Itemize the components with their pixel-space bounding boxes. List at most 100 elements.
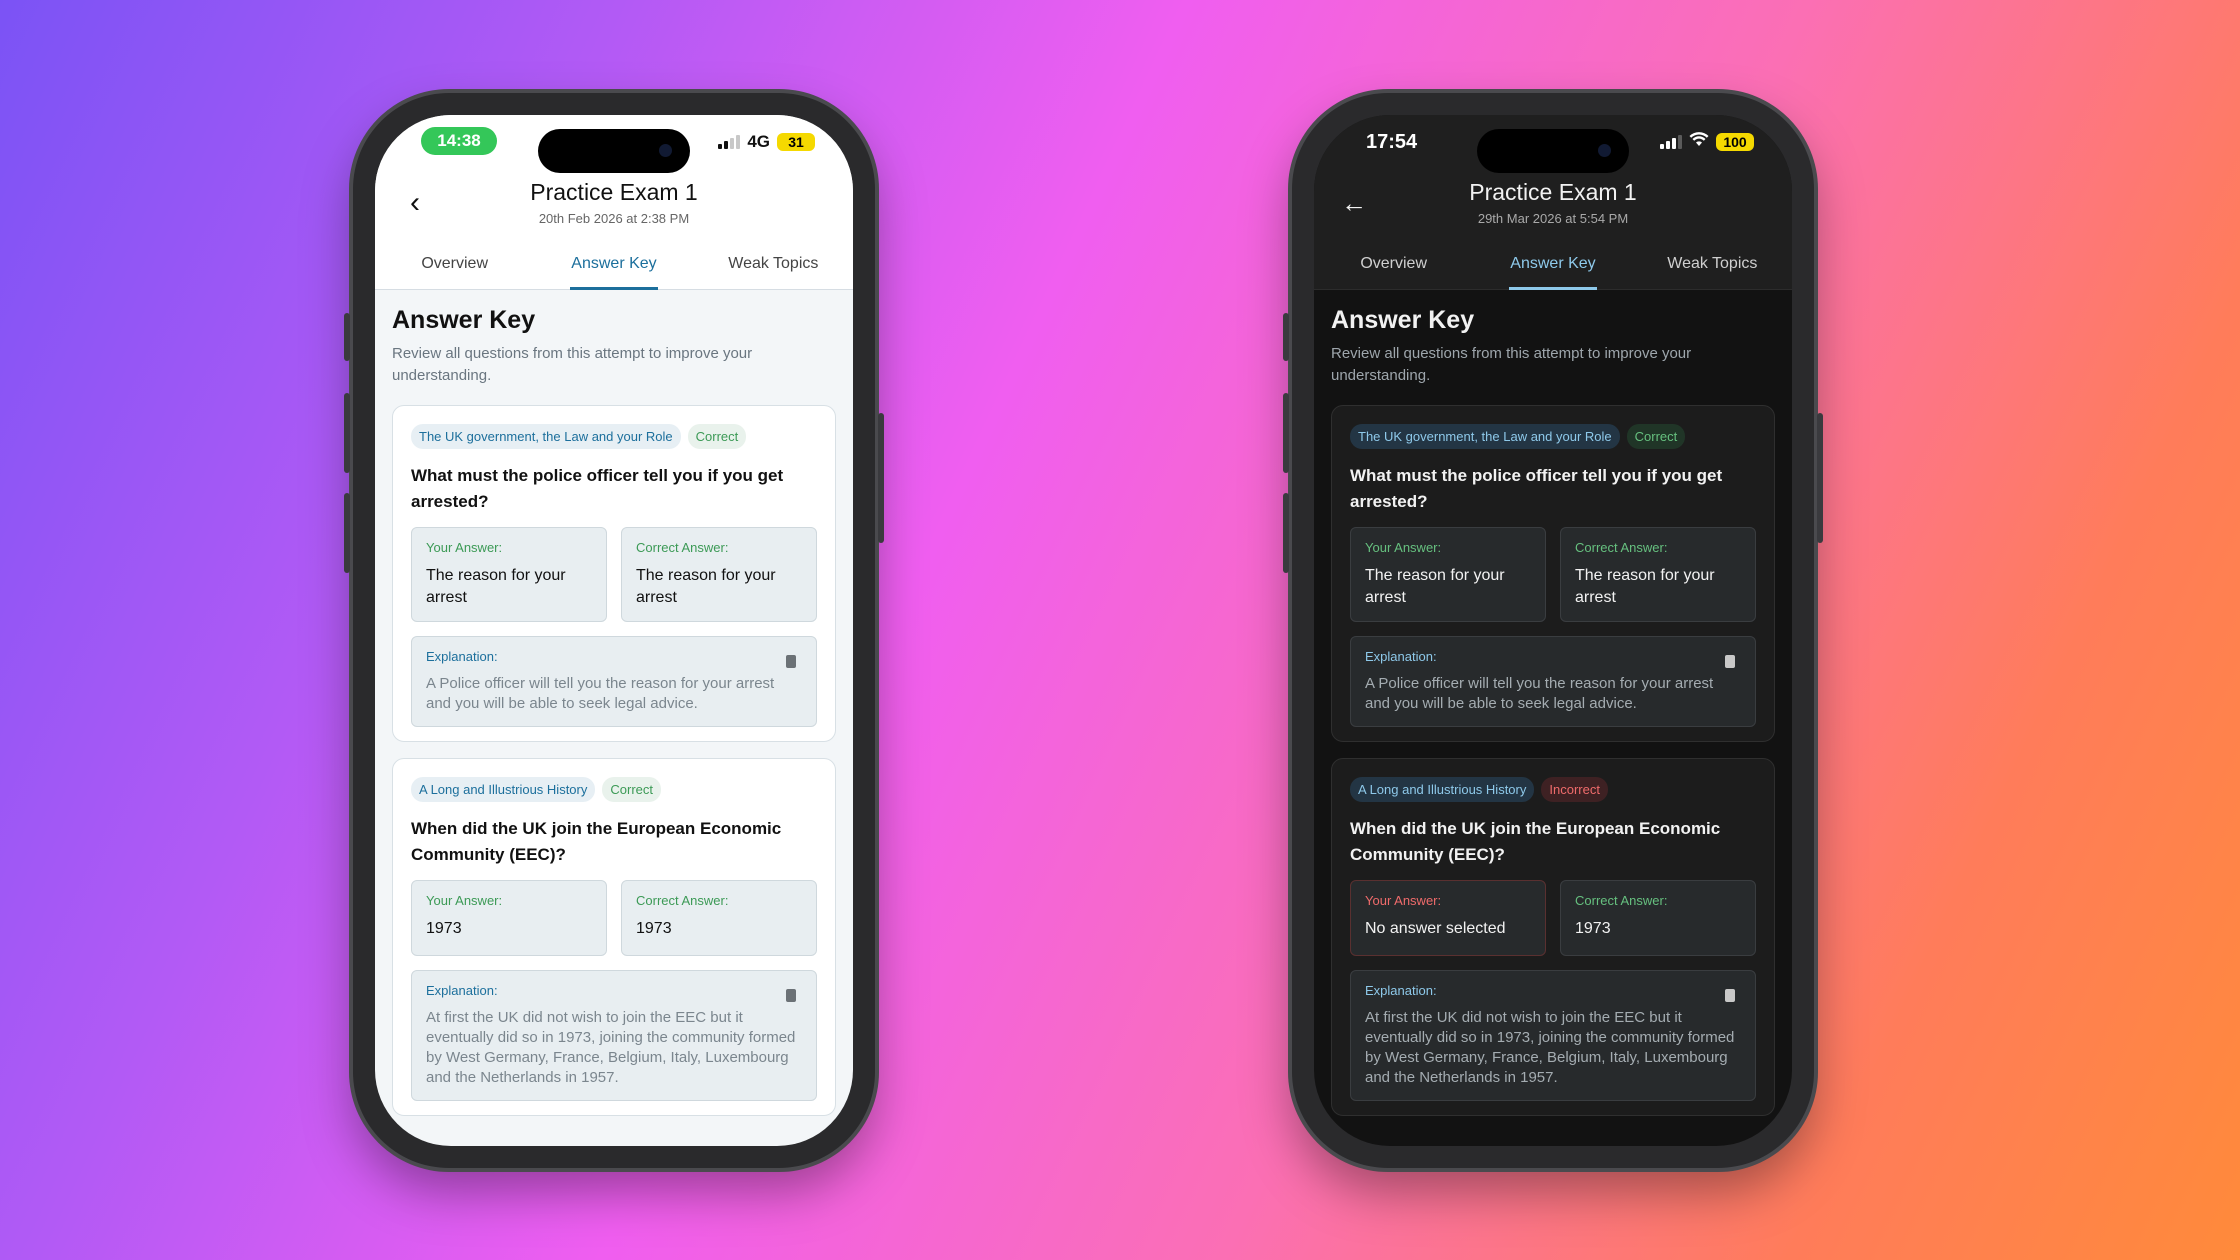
your-answer-label: Your Answer:: [1365, 893, 1442, 908]
your-answer-value: 1973: [426, 920, 462, 937]
explanation-box: Explanation: At first the UK did not wis…: [411, 970, 817, 1101]
bookmark-icon[interactable]: [1725, 989, 1735, 1002]
explanation-box: Explanation: A Police officer will tell …: [411, 636, 817, 727]
correct-answer-label: Correct Answer:: [636, 893, 729, 908]
tab-bar: Overview Answer Key Weak Topics: [375, 243, 853, 290]
correct-answer-box: Correct Answer: The reason for your arre…: [1560, 527, 1756, 622]
your-answer-value: No answer selected: [1365, 920, 1506, 937]
attempt-date: 20th Feb 2026 at 2:38 PM: [538, 211, 690, 226]
status-badge: Correct: [687, 424, 747, 449]
question-text: When did the UK join the European Econom…: [1350, 819, 1721, 864]
section-heading: Answer Key: [1331, 306, 1475, 334]
status-time: 17:54: [1366, 131, 1418, 153]
dynamic-island: [1477, 129, 1629, 173]
bookmark-icon[interactable]: [1725, 655, 1735, 668]
volume-up-button: [344, 393, 350, 473]
phone-dark: 17:54 100 ← Practice Exam 1 29th Mar 202…: [1283, 93, 1823, 1168]
your-answer-label: Your Answer:: [426, 540, 503, 555]
your-answer-box: Your Answer: No answer selected: [1350, 880, 1546, 956]
your-answer-value: The reason for your arrest: [1365, 567, 1505, 606]
question-card: The UK government, the Law and your Role…: [1331, 405, 1775, 742]
explanation-text: At first the UK did not wish to join the…: [1365, 1009, 1735, 1086]
explanation-label: Explanation:: [1365, 983, 1437, 998]
topic-chip: A Long and Illustrious History: [1350, 777, 1535, 802]
tab-weak-topics[interactable]: Weak Topics: [1633, 243, 1792, 289]
question-card: The UK government, the Law and your Role…: [392, 405, 836, 742]
question-card: A Long and Illustrious History Incorrect…: [1331, 758, 1775, 1116]
bookmark-icon[interactable]: [786, 655, 796, 668]
question-card: A Long and Illustrious History Correct W…: [392, 758, 836, 1116]
volume-down-button: [344, 493, 350, 573]
explanation-box: Explanation: A Police officer will tell …: [1350, 636, 1756, 727]
topic-chip: The UK government, the Law and your Role: [1350, 424, 1620, 449]
tab-answer-key[interactable]: Answer Key: [1473, 243, 1632, 289]
your-answer-label: Your Answer:: [426, 893, 503, 908]
action-button: [1283, 313, 1289, 361]
network-label: 4G: [747, 132, 770, 151]
correct-answer-label: Correct Answer:: [1575, 540, 1668, 555]
explanation-box: Explanation: At first the UK did not wis…: [1350, 970, 1756, 1101]
explanation-label: Explanation:: [426, 649, 498, 664]
your-answer-label: Your Answer:: [1365, 540, 1442, 555]
volume-up-button: [1283, 393, 1289, 473]
explanation-text: A Police officer will tell you the reaso…: [426, 675, 775, 712]
explanation-text: A Police officer will tell you the reaso…: [1365, 675, 1714, 712]
status-indicators: 4G 31: [718, 132, 815, 152]
tab-overview[interactable]: Overview: [1314, 243, 1473, 289]
tab-answer-key[interactable]: Answer Key: [534, 243, 693, 289]
phone-light: 14:38 4G 31 ‹ Practice Exam 1 20th Feb 2…: [344, 93, 884, 1168]
app-header: ‹ Practice Exam 1 20th Feb 2026 at 2:38 …: [375, 173, 853, 243]
explanation-text: At first the UK did not wish to join the…: [426, 1009, 796, 1086]
tab-weak-topics[interactable]: Weak Topics: [694, 243, 853, 289]
your-answer-box: Your Answer: The reason for your arrest: [411, 527, 607, 622]
correct-answer-label: Correct Answer:: [1575, 893, 1668, 908]
app-header: ← Practice Exam 1 29th Mar 2026 at 5:54 …: [1314, 173, 1792, 243]
status-badge: Correct: [1626, 424, 1686, 449]
volume-down-button: [1283, 493, 1289, 573]
correct-answer-label: Correct Answer:: [636, 540, 729, 555]
answer-key-content[interactable]: Answer Key Review all questions from thi…: [1314, 290, 1792, 1146]
correct-answer-value: 1973: [636, 920, 672, 937]
correct-answer-box: Correct Answer: 1973: [621, 880, 817, 956]
question-text: When did the UK join the European Econom…: [411, 819, 782, 864]
status-badge: Correct: [602, 777, 661, 802]
status-badge: Incorrect: [1541, 777, 1608, 802]
screen: 17:54 100 ← Practice Exam 1 29th Mar 202…: [1314, 115, 1792, 1146]
section-description: Review all questions from this attempt t…: [1331, 345, 1692, 384]
correct-answer-value: The reason for your arrest: [636, 567, 776, 606]
correct-answer-box: Correct Answer: 1973: [1560, 880, 1756, 956]
power-button: [878, 413, 884, 543]
status-indicators: 100: [1660, 132, 1754, 152]
wifi-icon: [1689, 132, 1709, 152]
question-text: What must the police officer tell you if…: [411, 466, 784, 511]
battery-icon: 100: [1716, 133, 1754, 151]
tab-overview[interactable]: Overview: [375, 243, 534, 289]
attempt-date: 29th Mar 2026 at 5:54 PM: [1477, 211, 1629, 226]
dynamic-island: [538, 129, 690, 173]
section-description: Review all questions from this attempt t…: [392, 345, 753, 384]
page-title: Practice Exam 1: [530, 179, 698, 205]
your-answer-box: Your Answer: 1973: [411, 880, 607, 956]
explanation-label: Explanation:: [426, 983, 498, 998]
answer-key-content[interactable]: Answer Key Review all questions from thi…: [375, 290, 853, 1146]
battery-icon: 31: [777, 133, 815, 151]
correct-answer-box: Correct Answer: The reason for your arre…: [621, 527, 817, 622]
signal-icon: [1660, 135, 1682, 149]
correct-answer-value: 1973: [1575, 920, 1611, 937]
signal-icon: [718, 135, 741, 149]
question-text: What must the police officer tell you if…: [1350, 466, 1723, 511]
topic-chip: The UK government, the Law and your Role: [411, 424, 681, 449]
screen: 14:38 4G 31 ‹ Practice Exam 1 20th Feb 2…: [375, 115, 853, 1146]
correct-answer-value: The reason for your arrest: [1575, 567, 1715, 606]
explanation-label: Explanation:: [1365, 649, 1437, 664]
power-button: [1817, 413, 1823, 543]
tab-bar: Overview Answer Key Weak Topics: [1314, 243, 1792, 290]
your-answer-value: The reason for your arrest: [426, 567, 566, 606]
topic-chip: A Long and Illustrious History: [411, 777, 596, 802]
section-heading: Answer Key: [392, 306, 536, 334]
status-time: 14:38: [421, 127, 497, 155]
bookmark-icon[interactable]: [786, 989, 796, 1002]
page-title: Practice Exam 1: [1469, 179, 1637, 205]
action-button: [344, 313, 350, 361]
your-answer-box: Your Answer: The reason for your arrest: [1350, 527, 1546, 622]
